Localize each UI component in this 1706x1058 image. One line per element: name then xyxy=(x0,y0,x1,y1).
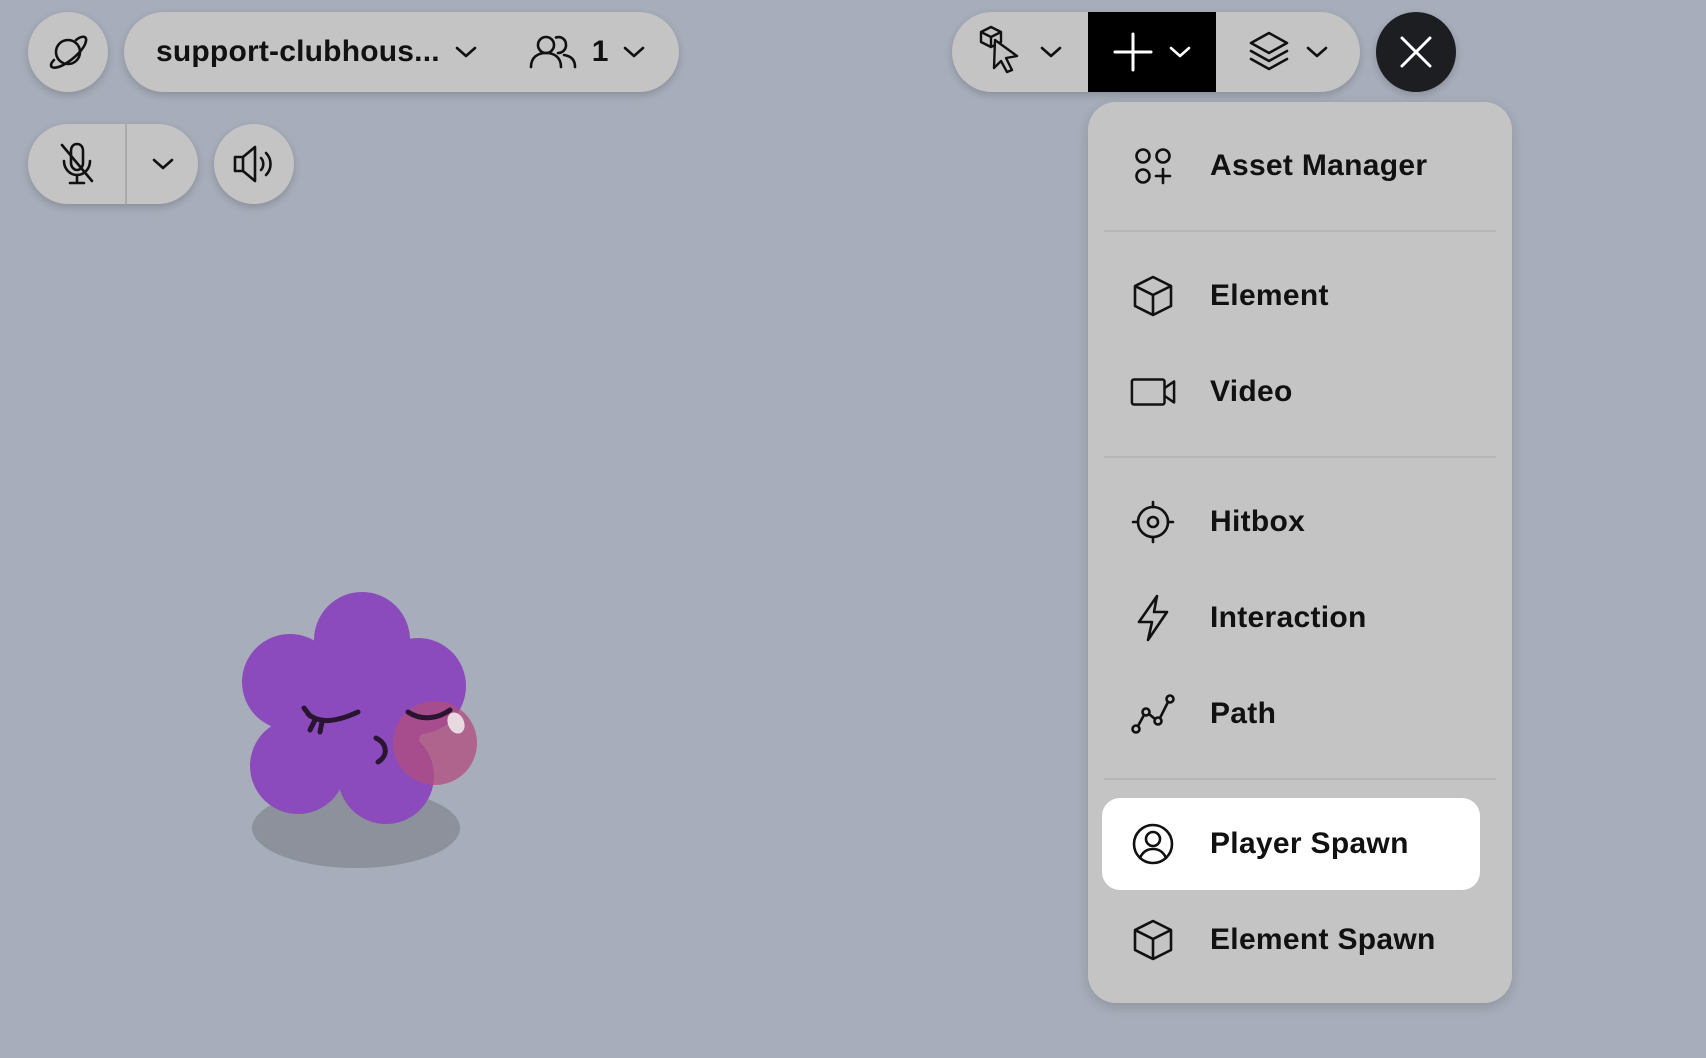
menu-item-interaction[interactable]: Interaction xyxy=(1102,572,1480,664)
divider xyxy=(1104,456,1496,458)
menu-item-asset-manager[interactable]: Asset Manager xyxy=(1102,120,1480,212)
room-selector[interactable]: support-clubhous... 1 xyxy=(124,12,679,92)
mic-options-button[interactable] xyxy=(127,156,198,172)
add-menu: Asset Manager Element Video Hitbox Inter… xyxy=(1088,102,1512,1003)
chevron-down-icon[interactable] xyxy=(1168,44,1192,60)
close-icon xyxy=(1398,34,1434,70)
cube-icon xyxy=(1130,917,1176,963)
users-button[interactable]: 1 xyxy=(528,33,647,71)
cube-cursor-icon xyxy=(977,24,1025,80)
menu-item-label: Element xyxy=(1210,279,1329,312)
chevron-down-icon[interactable] xyxy=(454,44,478,60)
chevron-down-icon[interactable] xyxy=(622,44,646,60)
menu-item-video[interactable]: Video xyxy=(1102,346,1480,438)
menu-item-label: Interaction xyxy=(1210,601,1367,634)
video-camera-icon xyxy=(1130,369,1176,415)
player-avatar xyxy=(228,586,488,876)
select-tool[interactable] xyxy=(952,12,1088,92)
menu-item-path[interactable]: Path xyxy=(1102,668,1480,760)
menu-item-label: Path xyxy=(1210,697,1277,730)
mute-toggle[interactable] xyxy=(28,124,127,204)
menu-item-hitbox[interactable]: Hitbox xyxy=(1102,476,1480,568)
target-icon xyxy=(1130,499,1176,545)
microphone-control[interactable] xyxy=(28,124,198,204)
menu-item-element[interactable]: Element xyxy=(1102,250,1480,342)
menu-item-label: Video xyxy=(1210,375,1293,408)
planet-icon xyxy=(45,29,91,75)
divider xyxy=(1104,778,1496,780)
menu-item-label: Hitbox xyxy=(1210,505,1306,538)
divider xyxy=(1104,230,1496,232)
path-icon xyxy=(1130,691,1176,737)
menu-item-player-spawn[interactable]: Player Spawn xyxy=(1102,798,1480,890)
cube-icon xyxy=(1130,273,1176,319)
chevron-down-icon[interactable] xyxy=(1039,44,1063,60)
menu-item-label: Element Spawn xyxy=(1210,923,1436,956)
plus-icon xyxy=(1112,31,1154,73)
room-name: support-clubhous... xyxy=(156,35,440,68)
menu-item-label: Player Spawn xyxy=(1210,827,1409,860)
user-count: 1 xyxy=(591,35,609,68)
menu-item-label: Asset Manager xyxy=(1210,149,1428,182)
close-button[interactable] xyxy=(1376,12,1456,92)
chevron-down-icon[interactable] xyxy=(1305,44,1329,60)
speaker-button[interactable] xyxy=(214,124,294,204)
speaker-icon xyxy=(231,143,277,185)
user-circle-icon xyxy=(1130,821,1176,867)
chevron-down-icon xyxy=(151,156,175,172)
add-tool[interactable] xyxy=(1088,12,1216,92)
users-icon xyxy=(528,33,578,71)
mic-muted-icon xyxy=(57,141,97,187)
layers-icon xyxy=(1247,29,1291,75)
lightning-icon xyxy=(1130,594,1176,642)
world-button[interactable] xyxy=(28,12,108,92)
layers-tool[interactable] xyxy=(1216,12,1360,92)
build-toolbar[interactable] xyxy=(952,12,1360,92)
menu-item-element-spawn[interactable]: Element Spawn xyxy=(1102,894,1480,986)
asset-manager-icon xyxy=(1130,143,1176,189)
